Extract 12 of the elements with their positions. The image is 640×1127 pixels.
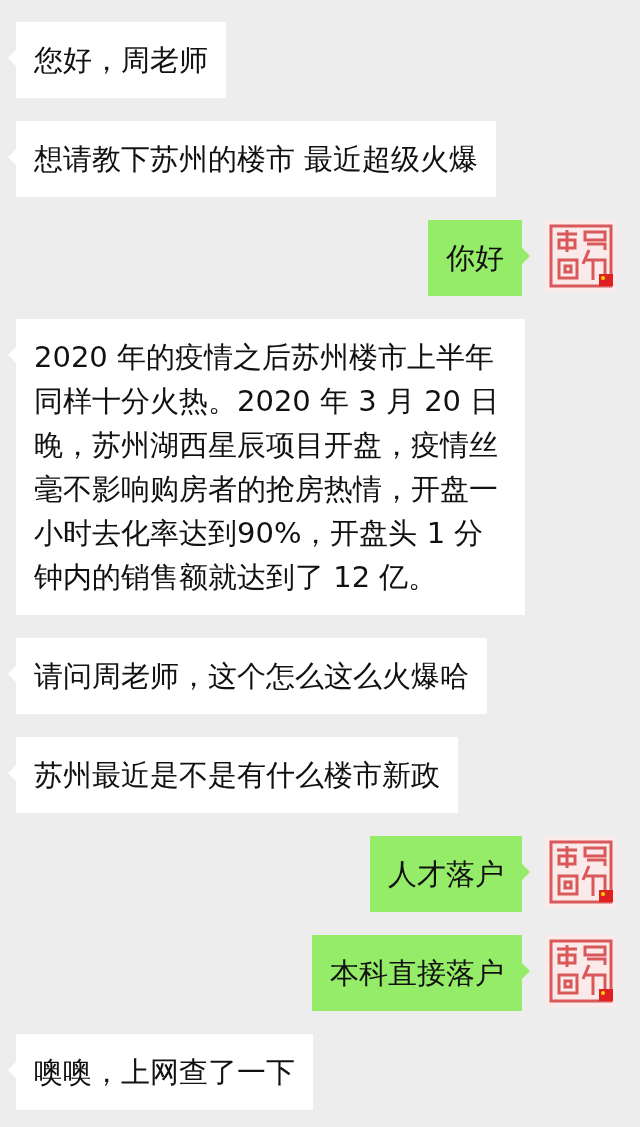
message-bubble: 请问周老师，这个怎么这么火爆哈 <box>8 638 487 714</box>
message-bubble: 您好，周老师 <box>8 22 226 98</box>
message-bubble: 苏州最近是不是有什么楼市新政 <box>8 737 458 813</box>
avatar-icon[interactable] <box>545 836 617 908</box>
message-bubble: 2020 年的疫情之后苏州楼市上半年同样十分火热。2020 年 3 月 20 日晚，苏州湖西星辰项目开盘，疫情丝毫不影响购房者的抢房热情，开盘一小时去化率达到90%，开盘头 1 分钟内的销售额就达到了 12 亿。 <box>8 319 525 615</box>
message-bubble: 想请教下苏州的楼市 最近超级火爆 <box>8 121 497 197</box>
message-bubble: 本科直接落户 <box>312 935 530 1011</box>
message-bubble: 人才落户 <box>370 836 530 912</box>
message-bubble: 噢噢，上网查了一下 <box>8 1034 313 1110</box>
message-bubble: 你好 <box>428 220 530 296</box>
avatar-icon[interactable] <box>545 935 617 1007</box>
avatar-icon[interactable] <box>545 220 617 292</box>
